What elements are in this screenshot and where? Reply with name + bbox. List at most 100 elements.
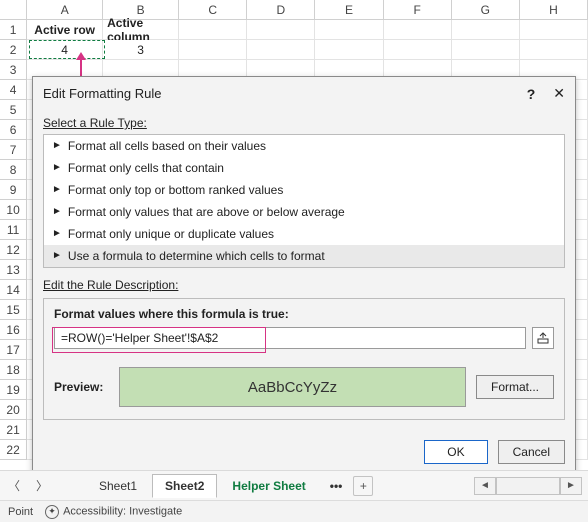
row-header-3[interactable]: 3: [0, 60, 27, 80]
edit-formatting-rule-dialog: Edit Formatting Rule ? ✕ Select a Rule T…: [32, 76, 576, 475]
help-icon[interactable]: ?: [527, 86, 536, 102]
row-header-12[interactable]: 12: [0, 240, 27, 260]
chevron-right-icon: ►: [52, 229, 62, 239]
col-header-a[interactable]: A: [27, 0, 103, 20]
format-button-label: Format...: [491, 380, 539, 394]
tab-nav-prev-icon[interactable]: 〈: [0, 477, 28, 494]
rule-type-label: Format only values that are above or bel…: [68, 205, 345, 219]
rule-type-item[interactable]: ► Format only top or bottom ranked values: [44, 179, 564, 201]
tab-nav-next-icon[interactable]: 〉: [28, 477, 56, 494]
chevron-right-icon: ►: [52, 251, 62, 261]
cell[interactable]: 4: [27, 40, 103, 60]
sheet-tab-label: Sheet1: [99, 479, 137, 493]
cell[interactable]: [520, 20, 588, 40]
sheet-tab-helper-sheet[interactable]: Helper Sheet: [219, 474, 318, 498]
row-header-17[interactable]: 17: [0, 340, 27, 360]
cell[interactable]: [452, 20, 520, 40]
scroll-track[interactable]: [496, 477, 560, 495]
col-header-c[interactable]: C: [179, 0, 247, 20]
row-header-10[interactable]: 10: [0, 200, 27, 220]
formula-input[interactable]: =ROW()='Helper Sheet'!$A$2: [54, 327, 526, 349]
cancel-button-label: Cancel: [513, 445, 550, 459]
rule-type-label: Format only top or bottom ranked values: [68, 183, 283, 197]
formula-value: =ROW()='Helper Sheet'!$A$2: [61, 331, 218, 345]
row-header-9[interactable]: 9: [0, 180, 27, 200]
scroll-left-icon[interactable]: ◄: [474, 477, 496, 495]
preview-sample: AaBbCcYyZz: [119, 367, 466, 407]
horizontal-scrollbar[interactable]: ◄ ►: [474, 477, 582, 495]
sheet-tab-label: Helper Sheet: [232, 479, 305, 493]
rule-type-list[interactable]: ►Format all cells based on their values►…: [43, 134, 565, 268]
edit-rule-description-label: Edit the Rule Description:: [43, 278, 565, 292]
col-header-e[interactable]: E: [315, 0, 383, 20]
cell[interactable]: Active row: [27, 20, 103, 40]
rule-type-item[interactable]: ► Format only unique or duplicate values: [44, 223, 564, 245]
cell[interactable]: Active column: [103, 20, 179, 40]
accessibility-icon: ✦: [45, 505, 59, 519]
new-sheet-button[interactable]: +: [353, 476, 373, 496]
cell[interactable]: [247, 40, 315, 60]
ok-button[interactable]: OK: [424, 440, 487, 464]
accessibility-label: Accessibility: Investigate: [63, 505, 182, 517]
cell[interactable]: [179, 40, 247, 60]
row-header-7[interactable]: 7: [0, 140, 27, 160]
cell[interactable]: [315, 40, 383, 60]
rule-type-item[interactable]: ► Use a formula to determine which cells …: [44, 245, 564, 267]
sheet-tab-label: Sheet2: [165, 479, 204, 493]
row-header-13[interactable]: 13: [0, 260, 27, 280]
cell[interactable]: [452, 40, 520, 60]
row-header-2[interactable]: 2: [0, 40, 27, 60]
sheet-tab-more[interactable]: •••: [321, 474, 352, 498]
select-all-corner[interactable]: [0, 0, 27, 20]
row-header-18[interactable]: 18: [0, 360, 27, 380]
cell[interactable]: [179, 20, 247, 40]
cancel-button[interactable]: Cancel: [498, 440, 565, 464]
row-header-21[interactable]: 21: [0, 420, 27, 440]
chevron-right-icon: ►: [52, 163, 62, 173]
preview-label: Preview:: [54, 380, 109, 394]
row-header-8[interactable]: 8: [0, 160, 27, 180]
sheet-tab-sheet2[interactable]: Sheet2: [152, 474, 217, 498]
cell[interactable]: [384, 40, 452, 60]
status-bar: Point ✦ Accessibility: Investigate: [0, 500, 588, 522]
row-header-19[interactable]: 19: [0, 380, 27, 400]
rule-type-label: Use a formula to determine which cells t…: [68, 249, 325, 263]
col-header-h[interactable]: H: [520, 0, 588, 20]
row-header-15[interactable]: 15: [0, 300, 27, 320]
rule-type-item[interactable]: ► Format only values that are above or be…: [44, 201, 564, 223]
select-rule-type-label: Select a Rule Type:: [43, 116, 565, 130]
cell[interactable]: [384, 20, 452, 40]
format-button[interactable]: Format...: [476, 375, 554, 399]
row-header-16[interactable]: 16: [0, 320, 27, 340]
row-header-11[interactable]: 11: [0, 220, 27, 240]
close-icon[interactable]: ✕: [553, 85, 565, 102]
cell-mode: Point: [8, 506, 33, 518]
rule-type-item[interactable]: ►Format all cells based on their values: [44, 135, 564, 157]
preview-text: AaBbCcYyZz: [248, 379, 337, 396]
more-label: •••: [330, 479, 343, 493]
cell[interactable]: 3: [103, 40, 179, 60]
cell[interactable]: [315, 20, 383, 40]
rule-description-box: Format values where this formula is true…: [43, 298, 565, 420]
collapse-dialog-icon[interactable]: [532, 327, 554, 349]
accessibility-status[interactable]: ✦ Accessibility: Investigate: [45, 505, 182, 519]
dialog-title: Edit Formatting Rule: [43, 86, 162, 101]
cell[interactable]: [520, 40, 588, 60]
row-header-14[interactable]: 14: [0, 280, 27, 300]
row-header-5[interactable]: 5: [0, 100, 27, 120]
sheet-tab-sheet1[interactable]: Sheet1: [86, 474, 150, 498]
rule-type-label: Format only unique or duplicate values: [68, 227, 274, 241]
row-header-4[interactable]: 4: [0, 80, 27, 100]
scroll-right-icon[interactable]: ►: [560, 477, 582, 495]
row-header-22[interactable]: 22: [0, 440, 27, 460]
chevron-right-icon: ►: [52, 185, 62, 195]
rule-type-item[interactable]: ►Format only cells that contain: [44, 157, 564, 179]
chevron-right-icon: ►: [52, 207, 62, 217]
col-header-d[interactable]: D: [247, 0, 315, 20]
row-header-6[interactable]: 6: [0, 120, 27, 140]
col-header-g[interactable]: G: [452, 0, 520, 20]
col-header-f[interactable]: F: [384, 0, 452, 20]
row-header-20[interactable]: 20: [0, 400, 27, 420]
row-header-1[interactable]: 1: [0, 20, 27, 40]
cell[interactable]: [247, 20, 315, 40]
